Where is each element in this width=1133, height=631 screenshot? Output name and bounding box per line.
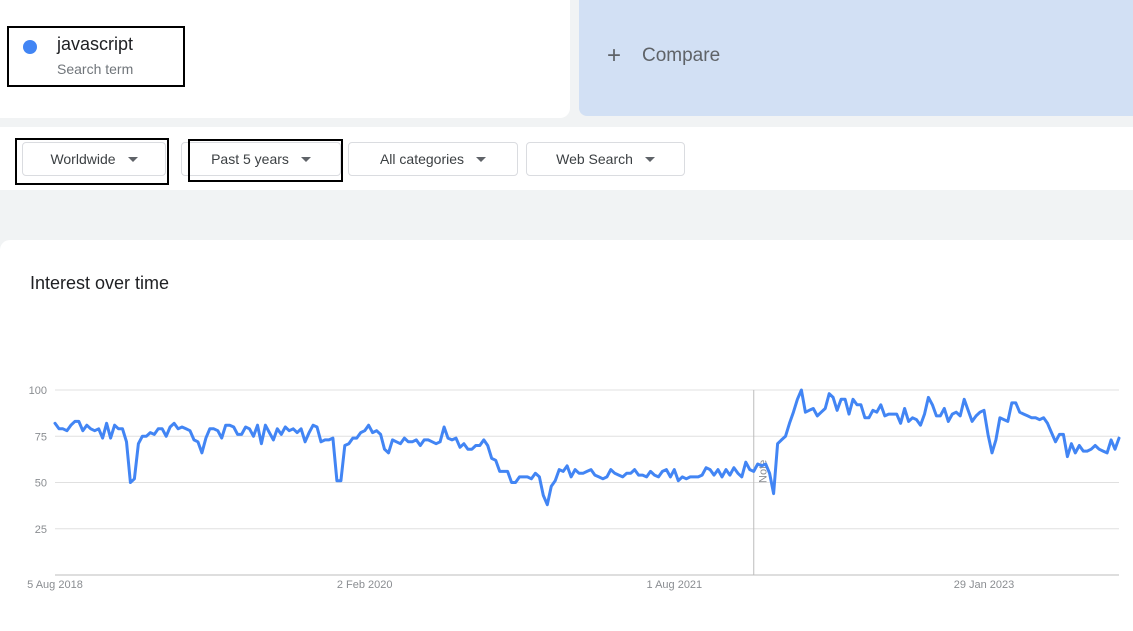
plus-icon: + bbox=[607, 42, 622, 69]
compare-button[interactable]: + Compare bbox=[579, 0, 1133, 116]
y-tick-label: 25 bbox=[35, 524, 47, 536]
x-tick-label: 29 Jan 2023 bbox=[954, 579, 1015, 591]
x-tick-label: 5 Aug 2018 bbox=[27, 579, 83, 591]
series-line-javascript bbox=[53, 388, 1121, 507]
search-type-label: Web Search bbox=[556, 151, 633, 167]
category-dropdown[interactable]: All categories bbox=[348, 142, 518, 176]
region-dropdown[interactable]: Worldwide bbox=[22, 142, 166, 176]
region-label: Worldwide bbox=[50, 151, 116, 167]
compare-label: Compare bbox=[642, 45, 721, 66]
search-term-chip[interactable]: javascript Search term bbox=[7, 26, 185, 87]
caret-down-icon bbox=[300, 156, 311, 162]
search-type-dropdown[interactable]: Web Search bbox=[526, 142, 685, 176]
search-term-subtitle: Search term bbox=[57, 61, 134, 77]
interest-over-time-card: Interest over time 25 50 75 100 5 Aug 2018 2 … bbox=[0, 240, 1133, 631]
search-term-card: javascript Search term bbox=[0, 0, 570, 118]
series-color-dot bbox=[23, 40, 37, 54]
filter-bar: Worldwide Past 5 years All categories We… bbox=[0, 127, 1133, 190]
interest-over-time-chart: 25 50 75 100 5 Aug 2018 2 Feb 2020 1 Aug 2021 2… bbox=[27, 385, 1121, 591]
x-tick-label: 1 Aug 2021 bbox=[647, 579, 703, 591]
x-tick-label: 2 Feb 2020 bbox=[337, 579, 393, 591]
y-tick-label: 50 bbox=[35, 478, 47, 490]
category-label: All categories bbox=[379, 151, 465, 167]
y-tick-label: 100 bbox=[29, 385, 47, 397]
time-range-label: Past 5 years bbox=[211, 151, 289, 167]
search-term-name[interactable]: javascript bbox=[57, 34, 133, 55]
y-tick-label: 75 bbox=[35, 431, 47, 443]
caret-down-icon bbox=[476, 156, 487, 162]
caret-down-icon bbox=[127, 156, 138, 162]
time-range-dropdown[interactable]: Past 5 years bbox=[181, 142, 341, 176]
caret-down-icon bbox=[644, 156, 655, 162]
